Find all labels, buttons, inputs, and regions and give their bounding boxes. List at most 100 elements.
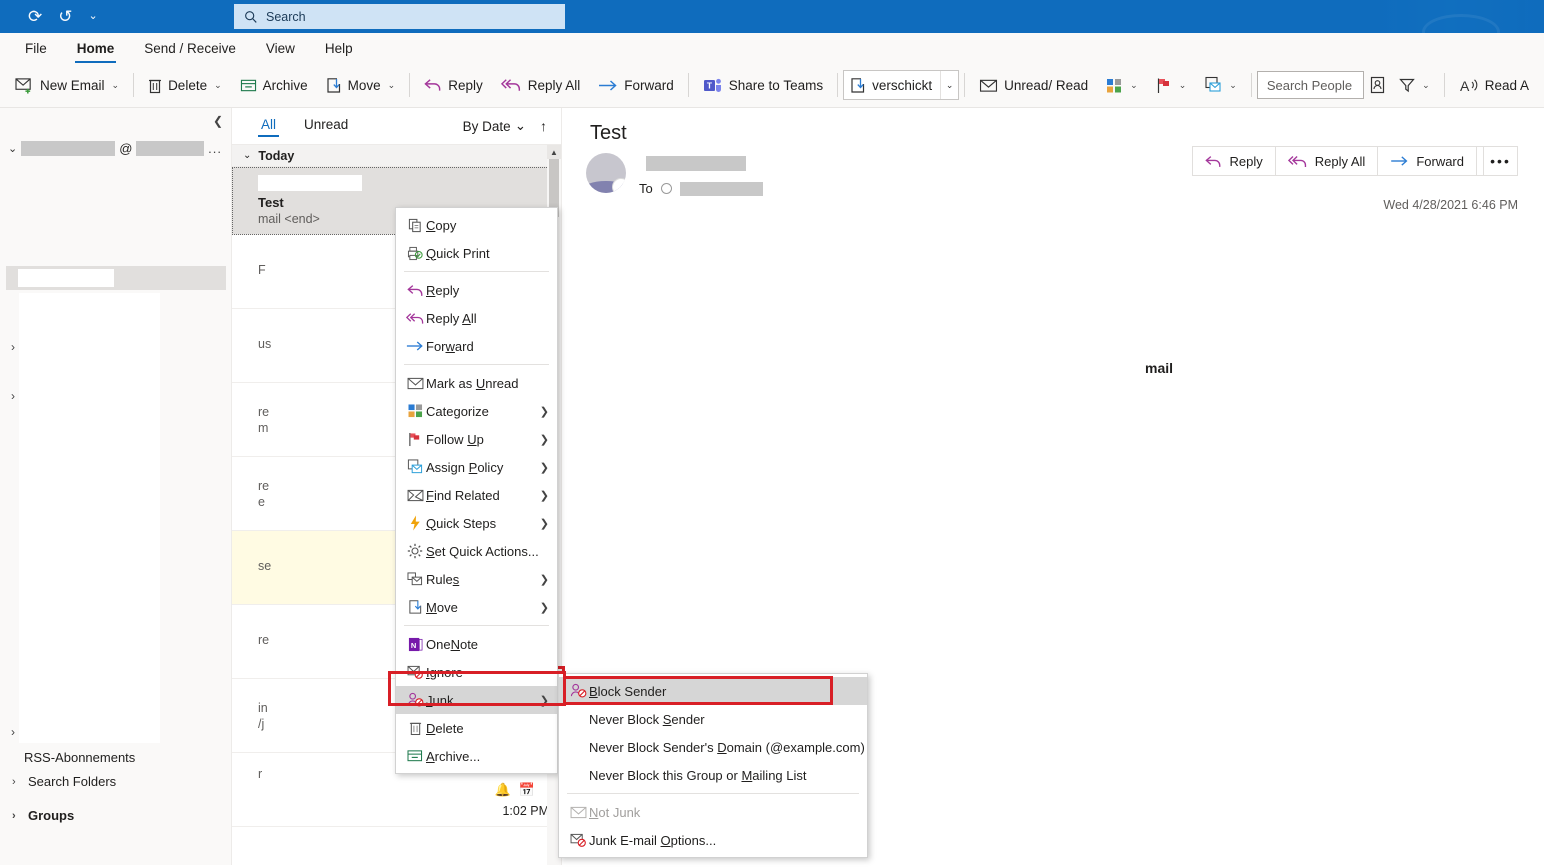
chevron-down-icon[interactable]: ⌄ [388, 80, 396, 91]
menu-item-label: ote [459, 636, 479, 652]
chevron-right-icon[interactable]: › [12, 776, 22, 788]
menu-item-move[interactable]: Move ❯ [396, 593, 557, 621]
chevron-down-icon[interactable]: ⌄ [940, 71, 958, 99]
menu-item-reply-all[interactable]: Reply All [396, 304, 557, 332]
chevron-down-icon[interactable]: ⌄ [1422, 80, 1430, 91]
menu-item-ignore[interactable]: Ignore [396, 658, 557, 686]
reply-button[interactable]: Reply [415, 69, 492, 101]
delete-label: Delete [168, 77, 208, 93]
categorize-icon [404, 404, 426, 418]
forward-button[interactable]: Forward [589, 69, 683, 101]
new-email-label: New Email [40, 77, 105, 93]
menu-item-forward[interactable]: Forward [396, 332, 557, 360]
tab-file[interactable]: File [12, 37, 60, 63]
chevron-down-icon[interactable]: ⌄ [8, 142, 17, 155]
date-group-label: Today [258, 148, 295, 163]
date-group-header[interactable]: ⌄ Today [232, 145, 561, 167]
menu-item-archive[interactable]: Archive... [396, 742, 557, 770]
menu-item-rules[interactable]: Rules ❯ [396, 565, 557, 593]
account-node[interactable]: ⌄ @ ... [8, 141, 222, 156]
chevron-down-icon[interactable]: ⌄ [112, 80, 120, 91]
follow-up-button[interactable]: ⌄ [1147, 69, 1196, 101]
menu-item-quick-print[interactable]: Quick Print [396, 239, 557, 267]
menu-item-categorize[interactable]: Categorize ❯ [396, 397, 557, 425]
tab-all[interactable]: All [258, 112, 280, 140]
reply-icon [424, 79, 441, 91]
filter-email-button[interactable]: ⌄ [1390, 69, 1439, 101]
tab-view[interactable]: View [253, 37, 308, 63]
reply-all-button[interactable]: Reply All [1275, 147, 1379, 175]
assign-policy-icon [1205, 76, 1221, 92]
read-aloud-button[interactable]: A Read A [1450, 69, 1538, 101]
sidebar-item-search-folders[interactable]: › Search Folders [12, 774, 116, 789]
folder-expand-icon-2[interactable]: › [11, 389, 15, 403]
sync-icon[interactable]: ⟳ [28, 8, 42, 25]
search-input[interactable]: Search [234, 4, 565, 29]
menu-item-copy[interactable]: Copy [396, 211, 557, 239]
menu-item-mark-as-unread[interactable]: Mark as Unread [396, 369, 557, 397]
chevron-down-icon[interactable]: ⌄ [1229, 80, 1237, 91]
menu-item-quick-steps[interactable]: Quick Steps ❯ [396, 509, 557, 537]
customize-qat-icon[interactable]: ⌄ [89, 11, 98, 22]
chevron-down-icon[interactable]: ⌄ [1179, 80, 1187, 91]
quickstep-combo[interactable]: verschickt ⌄ [843, 70, 960, 100]
selected-folder-row[interactable] [6, 266, 226, 290]
share-to-teams-button[interactable]: T Share to Teams [694, 69, 832, 101]
menu-item-junk[interactable]: Junk ❯ [396, 686, 557, 714]
account-name-redacted [21, 141, 116, 156]
menu-item-block-sender[interactable]: Block Sender [559, 677, 867, 705]
address-book-button[interactable] [1364, 70, 1390, 100]
undo-icon[interactable]: ↺ [58, 8, 72, 25]
archive-button[interactable]: Archive [231, 69, 317, 101]
menu-item-follow-up[interactable]: Follow Up ❯ [396, 425, 557, 453]
menu-item-set-quick-actions[interactable]: Set Quick Actions... [396, 537, 557, 565]
menu-item-reply[interactable]: Reply [396, 276, 557, 304]
search-icon [245, 10, 257, 23]
chevron-right-icon: ❯ [539, 461, 549, 474]
selected-folder-redacted [18, 269, 114, 287]
reply-all-button[interactable]: Reply All [492, 69, 590, 101]
assign-policy-button[interactable]: ⌄ [1195, 69, 1246, 101]
account-overflow[interactable]: ... [208, 141, 222, 156]
menu-item-never-block-senders-domain[interactable]: Never Block Sender's Domain (@example.co… [559, 733, 867, 761]
folder-expand-icon-1[interactable]: › [11, 340, 15, 354]
chevron-down-icon[interactable]: ⌄ [243, 150, 251, 161]
search-people-input[interactable]: Search People [1256, 71, 1365, 99]
menu-item-never-block-group-or-mailing-list[interactable]: Never Block this Group or Mailing List [559, 761, 867, 789]
sidebar-item-groups[interactable]: › Groups [12, 808, 74, 823]
message-list-header: All Unread By Date ⌄ ↑ [232, 108, 561, 145]
collapse-folder-pane-icon[interactable]: ❮ [213, 114, 223, 128]
menu-item-delete[interactable]: Delete [396, 714, 557, 742]
tab-send-receive[interactable]: Send / Receive [131, 37, 249, 63]
chevron-down-icon[interactable]: ⌄ [1130, 80, 1138, 91]
menu-item-never-block-sender[interactable]: Never Block Sender [559, 705, 867, 733]
chevron-down-icon[interactable]: ⌄ [214, 80, 222, 91]
tab-unread[interactable]: Unread [301, 112, 351, 140]
menu-item-assign-policy[interactable]: Assign Policy ❯ [396, 453, 557, 481]
archive-icon [240, 79, 256, 91]
categorize-button[interactable]: ⌄ [1097, 69, 1147, 101]
menu-item-find-related[interactable]: Find Related ❯ [396, 481, 557, 509]
new-email-button[interactable]: New Email ⌄ [6, 69, 128, 101]
chevron-right-icon: ❯ [539, 517, 549, 530]
menu-item-label: opy [435, 217, 457, 233]
delete-button[interactable]: Delete ⌄ [139, 69, 231, 101]
menu-item-onenote[interactable]: N OneNote [396, 630, 557, 658]
scroll-up-icon[interactable]: ▲ [547, 145, 561, 159]
tab-home[interactable]: Home [64, 37, 128, 63]
chevron-right-icon[interactable]: › [12, 810, 22, 822]
move-button[interactable]: Move ⌄ [317, 69, 405, 101]
unread-read-button[interactable]: Unread/ Read [970, 69, 1097, 101]
tab-help[interactable]: Help [312, 37, 366, 63]
more-actions-button[interactable]: ••• [1483, 147, 1517, 175]
chevron-down-icon[interactable]: ⌄ [515, 118, 526, 134]
reply-button[interactable]: Reply [1193, 147, 1276, 175]
divider [133, 73, 135, 97]
forward-button[interactable]: Forward [1378, 147, 1477, 175]
sort-by-dropdown[interactable]: By Date ⌄ [463, 118, 526, 134]
sidebar-item-rss[interactable]: RSS-Abonnements [24, 750, 135, 765]
sort-direction-icon[interactable]: ↑ [540, 118, 547, 134]
menu-item-junk-email-options[interactable]: Junk E-mail Options... [559, 826, 867, 854]
reply-label: Reply [448, 77, 483, 93]
folder-expand-icon-3[interactable]: › [11, 725, 15, 739]
